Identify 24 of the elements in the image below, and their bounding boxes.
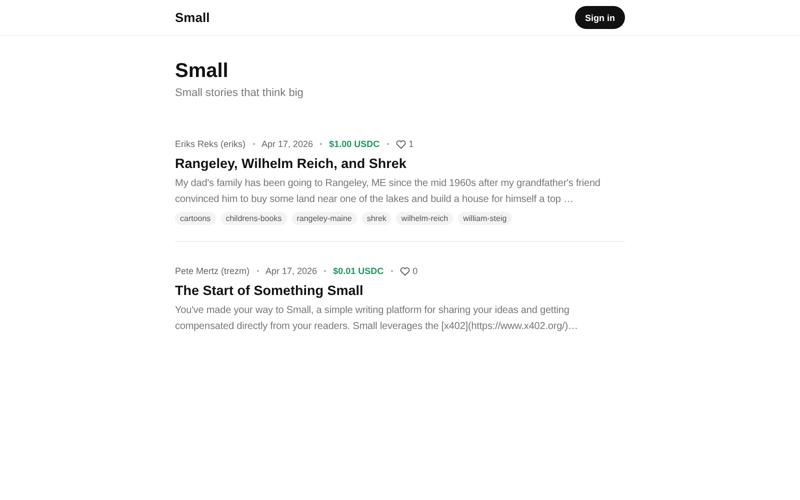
post-excerpt: You've made your way to Small, a simple writing platform for sharing your ideas and getting compensated directly from your readers. Small leverages the [x402](https://www.x402.org/)… — [175, 304, 579, 334]
heart-icon[interactable] — [396, 140, 406, 148]
post-title[interactable]: Rangeley, Wilhelm Reich, and Shrek — [175, 156, 625, 171]
post-price: $0.01 USDC — [333, 266, 384, 276]
sign-in-button[interactable]: Sign in — [575, 6, 625, 29]
post-price: $1.00 USDC — [329, 139, 380, 149]
post-author[interactable]: Pete Mertz (trezm) — [175, 266, 250, 276]
heart-icon[interactable] — [400, 266, 410, 276]
post-author[interactable]: Eriks Reks (eriks) — [175, 139, 246, 149]
tag-chip[interactable]: cartoons — [175, 212, 216, 225]
blog-tagline: Small stories that think big — [175, 87, 304, 99]
tag-chip[interactable]: childrens-books — [220, 212, 287, 225]
post-title[interactable]: The Start of Something Small — [175, 283, 625, 298]
tag-chip[interactable]: wilhelm-reich — [396, 212, 454, 225]
post-date: Apr 17, 2026 — [266, 266, 318, 276]
post-excerpt: My dad's family has been going to Rangeley, ME since the mid 1960s after my grandfather's friend convinced him to buy some land near one of the lakes and build a house for himself a top … — [175, 177, 602, 207]
like-count: 0 — [412, 266, 418, 276]
tag-chip[interactable]: william-steig — [458, 212, 512, 225]
site-logo[interactable]: Small — [175, 10, 210, 25]
tag-chip[interactable]: rangeley-maine — [292, 212, 357, 225]
post-date: Apr 17, 2026 — [262, 139, 314, 149]
like-count: 1 — [408, 139, 414, 149]
blog-title: Small — [175, 60, 230, 83]
tag-chip[interactable]: shrek — [362, 212, 392, 225]
